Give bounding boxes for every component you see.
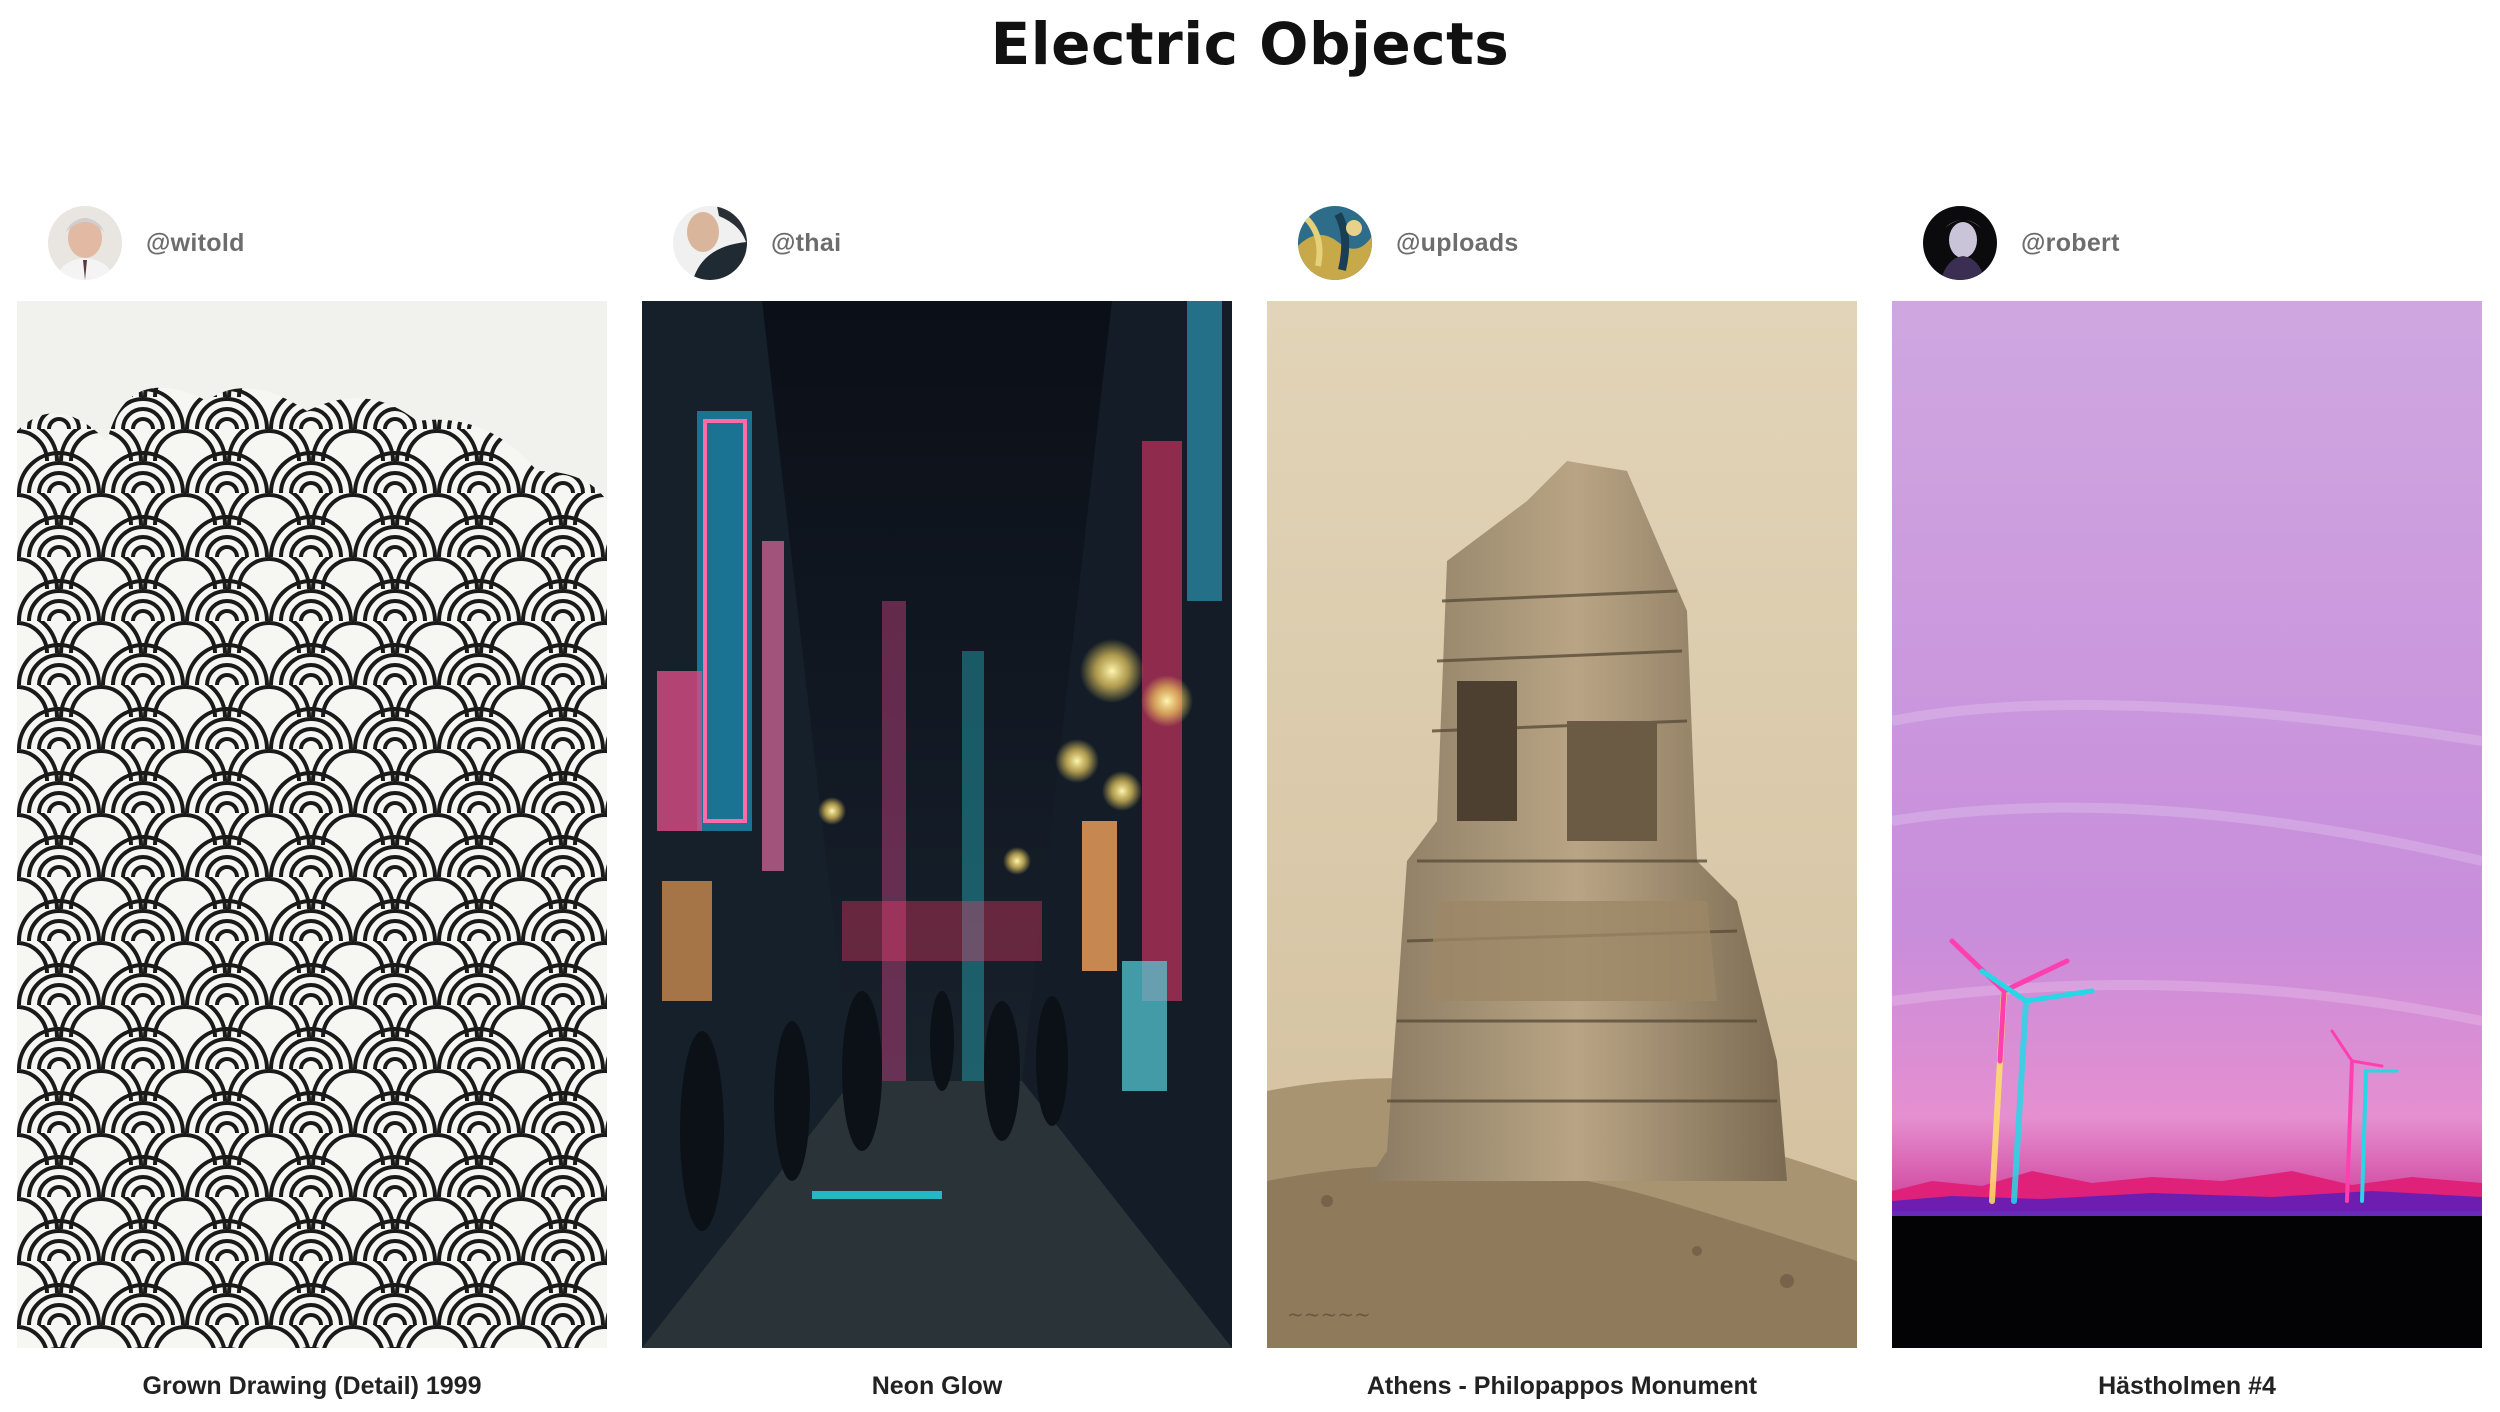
artwork-image[interactable]: ~~~~~ <box>1267 301 1857 1348</box>
avatar[interactable] <box>1298 206 1372 280</box>
artwork-card-athens-monument: @uploads ~~~~~ Athens - Philopappos Monu… <box>1267 205 1857 1412</box>
page-title: Electric Objects <box>990 10 1510 78</box>
artwork-card-neon-glow: @thai Neon Glow <box>642 205 1232 1412</box>
user-link[interactable]: @uploads <box>1298 205 1519 281</box>
artwork-gallery: @witold Grown Drawing (Detail) 1999 @tha… <box>17 205 2484 1412</box>
artwork-image[interactable] <box>1892 301 2482 1348</box>
username[interactable]: @uploads <box>1396 229 1519 258</box>
artwork-title[interactable]: Hästholmen #4 <box>1892 1372 2482 1401</box>
artwork-title[interactable]: Athens - Philopappos Monument <box>1267 1372 1857 1401</box>
username[interactable]: @thai <box>771 229 841 258</box>
avatar[interactable] <box>1923 206 1997 280</box>
svg-text:~~~~~: ~~~~~ <box>1287 1302 1371 1326</box>
avatar[interactable] <box>673 206 747 280</box>
user-link[interactable]: @witold <box>48 205 245 281</box>
user-link[interactable]: @robert <box>1923 205 2120 281</box>
artwork-card-grown-drawing: @witold Grown Drawing (Detail) 1999 <box>17 205 607 1412</box>
avatar[interactable] <box>48 206 122 280</box>
artwork-title[interactable]: Grown Drawing (Detail) 1999 <box>17 1372 607 1401</box>
artwork-title[interactable]: Neon Glow <box>642 1372 1232 1401</box>
username[interactable]: @witold <box>146 229 245 258</box>
user-link[interactable]: @thai <box>673 205 841 281</box>
artwork-card-hastholmen: @robert Hästholmen #4 <box>1892 205 2482 1412</box>
artwork-image[interactable] <box>17 301 607 1348</box>
artwork-image[interactable] <box>642 301 1232 1348</box>
username[interactable]: @robert <box>2021 229 2120 258</box>
